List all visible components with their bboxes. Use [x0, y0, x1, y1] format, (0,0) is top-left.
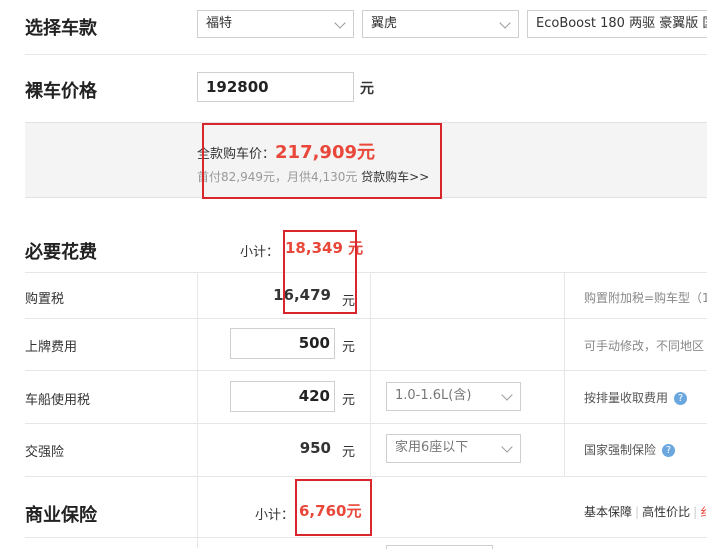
required-title: 必要花费 [25, 242, 97, 263]
select-model-label: 选择车款 [25, 18, 97, 39]
compulsory-insurance-note-text: 国家强制保险 [584, 443, 657, 457]
displacement-select[interactable]: 1.0-1.6L(含) [386, 382, 521, 411]
divider [25, 423, 707, 424]
vessel-tax-note-text: 按排量收取费用 [584, 391, 669, 405]
divider [25, 272, 707, 273]
purchase-tax-note: 购置附加税=购车型（1 [584, 291, 707, 305]
bare-price-label: 裸车价格 [25, 81, 97, 102]
vessel-tax-input[interactable]: 420 [230, 381, 335, 412]
purchase-tax-label: 购置税 [25, 292, 65, 307]
plate-fee-note: 可手动修改，不同地区 [584, 339, 705, 353]
column-divider [564, 272, 565, 476]
tab-more[interactable]: 纟 [700, 505, 707, 519]
next-row-select-edge [386, 545, 493, 549]
chevron-down-icon [499, 17, 511, 29]
tab-value[interactable]: 高性价比 [642, 505, 690, 519]
chevron-down-icon [334, 17, 346, 29]
model-select-value: EcoBoost 180 两驱 豪翼版 国V [536, 16, 707, 31]
chevron-down-icon [501, 441, 513, 453]
column-divider [370, 272, 371, 476]
divider [25, 476, 707, 477]
compulsory-insurance-label: 交强险 [25, 445, 65, 460]
displacement-select-value: 1.0-1.6L(含) [395, 388, 472, 403]
chevron-down-icon [501, 389, 513, 401]
bare-price-value: 192800 [206, 78, 269, 96]
divider [25, 370, 707, 371]
brand-select[interactable]: 福特 [197, 10, 354, 38]
seat-type-select[interactable]: 家用6座以下 [386, 434, 521, 463]
vessel-tax-note: 按排量收取费用? [584, 389, 688, 406]
vessel-tax-unit: 元 [342, 393, 356, 408]
highlight-box [202, 123, 442, 199]
required-subtotal-label: 小计： [240, 245, 280, 260]
plate-fee-unit: 元 [342, 340, 356, 355]
vessel-tax-label: 车船使用税 [25, 393, 91, 408]
commercial-title: 商业保险 [25, 505, 97, 526]
plate-fee-label: 上牌费用 [25, 340, 78, 355]
divider [25, 537, 707, 538]
column-divider [197, 272, 198, 548]
plate-fee-input[interactable]: 500 [230, 328, 335, 359]
tab-basic[interactable]: 基本保障 [584, 505, 632, 519]
model-select[interactable]: EcoBoost 180 两驱 豪翼版 国V [527, 10, 707, 38]
series-select[interactable]: 翼虎 [362, 10, 519, 38]
brand-select-value: 福特 [206, 16, 233, 31]
highlight-box [283, 230, 357, 314]
compulsory-insurance-value: 950 [299, 439, 331, 457]
insurance-plan-tabs: 基本保障 | 高性价比 | 纟 [584, 503, 707, 520]
seat-type-select-value: 家用6座以下 [395, 440, 469, 455]
help-icon[interactable]: ? [662, 444, 676, 457]
series-select-value: 翼虎 [371, 16, 398, 31]
bare-price-input[interactable]: 192800 [197, 72, 354, 102]
help-icon[interactable]: ? [674, 392, 688, 405]
plate-fee-value: 500 [298, 334, 330, 352]
bare-price-unit: 元 [360, 81, 374, 97]
compulsory-insurance-unit: 元 [342, 445, 356, 460]
highlight-box [295, 479, 372, 536]
vessel-tax-value: 420 [298, 387, 330, 405]
divider [25, 318, 707, 319]
divider [25, 54, 707, 55]
commercial-subtotal-label: 小计： [255, 508, 295, 523]
compulsory-insurance-note: 国家强制保险? [584, 441, 676, 458]
